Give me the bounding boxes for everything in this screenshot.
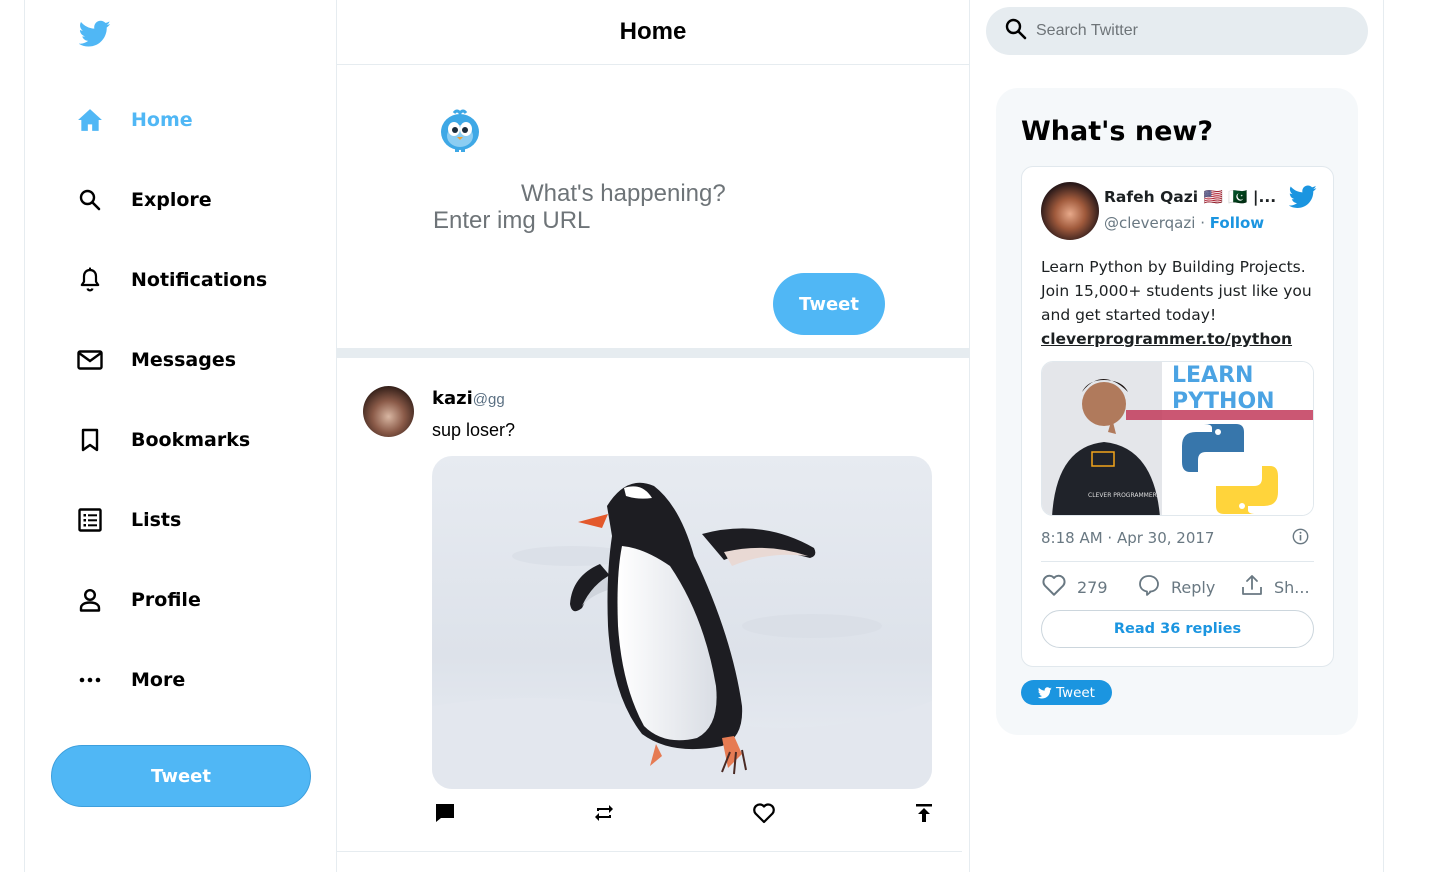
sidebar-item-messages[interactable]: Messages [75,340,236,380]
embed-text: Learn Python by Building Projects. Join … [1041,255,1321,351]
list-icon [75,505,105,535]
search-icon [1004,17,1028,46]
tweet-share-button[interactable]: Tweet [1021,680,1112,705]
sidebar-item-label: Lists [131,509,182,531]
sidebar-item-label: Messages [131,349,237,371]
embed-handle-line: @cleverqazi · Follow [1104,214,1264,232]
sidebar-item-explore[interactable]: Explore [75,180,212,220]
sidebar-item-profile[interactable]: Profile [75,580,201,620]
sidebar-item-label: Bookmarks [131,429,251,451]
media-title-2: PYTHON [1172,389,1275,414]
feed: Home What's happening? Enter img URL Twe… [337,0,970,872]
bell-icon [75,265,105,295]
tweet-share-label: Tweet [1056,684,1095,701]
sidebar: Home Explore Notifications Messages Book… [24,0,337,872]
reply-button[interactable]: Reply [1137,573,1215,601]
embed-link[interactable]: cleverprogrammer.to/python [1041,330,1292,348]
media-title-1: LEARN [1172,363,1253,388]
home-icon [75,105,105,135]
post-name: kazi [432,388,473,409]
embed-media[interactable]: CLEVER PROGRAMMER LEARN PYTHON [1041,361,1314,516]
sidebar-tweet-button[interactable]: Tweet [51,745,311,807]
avatar[interactable] [363,386,414,437]
sidebar-item-label: Explore [131,189,212,211]
embed-body: Learn Python by Building Projects. Join … [1041,258,1312,324]
more-icon [75,665,105,695]
embed-author-name[interactable]: Rafeh Qazi 🇺🇸 🇵🇰 |... [1104,188,1276,206]
widget-title: What's new? [1021,116,1214,147]
divider [1041,561,1314,562]
avatar[interactable] [1041,182,1099,240]
bookmark-icon [75,425,105,455]
embedded-tweet[interactable]: Rafeh Qazi 🇺🇸 🇵🇰 |... @cleverqazi · Foll… [1021,166,1334,667]
post-handle: @gg [472,391,505,408]
retweet-icon[interactable] [591,800,617,826]
comment-icon[interactable] [432,800,458,826]
sidebar-item-label: More [131,669,186,691]
upload-icon [1240,573,1264,601]
embed-timestamp[interactable]: 8:18 AM · Apr 30, 2017 [1041,529,1214,547]
share-label: Sh... [1274,577,1310,597]
sidebar-item-notifications[interactable]: Notifications [75,260,267,300]
search-icon [75,185,105,215]
share-icon[interactable] [911,800,937,826]
sidebar-item-home[interactable]: Home [75,100,193,140]
heart-icon [1041,573,1067,601]
page-title: Home [337,0,969,65]
whats-new-widget: What's new? Rafeh Qazi 🇺🇸 🇵🇰 |... @cleve… [996,88,1358,735]
shirt-text: CLEVER PROGRAMMER [1088,492,1157,499]
twitter-logo-icon[interactable] [78,20,111,52]
right-column: What's new? Rafeh Qazi 🇺🇸 🇵🇰 |... @cleve… [970,0,1384,872]
twitter-bird-icon [1038,686,1052,698]
embed-handle[interactable]: @cleverqazi [1104,214,1195,232]
image-url-input[interactable]: Enter img URL [433,207,590,235]
share-button[interactable]: Sh... [1240,573,1310,601]
reply-label: Reply [1171,577,1216,597]
divider [337,348,969,358]
post: kazi@gg sup loser? [337,358,962,852]
sidebar-item-lists[interactable]: Lists [75,500,181,540]
twitter-bird-icon[interactable] [1288,185,1317,208]
post-author: kazi@gg [432,388,505,409]
search-input[interactable] [1036,22,1336,40]
heart-icon[interactable] [751,800,777,826]
follow-link[interactable]: Follow [1210,214,1264,232]
sidebar-item-label: Home [131,109,193,131]
compose-input[interactable]: What's happening? [521,180,726,208]
sidebar-item-label: Notifications [131,269,268,291]
composer-tweet-button[interactable]: Tweet [773,273,885,335]
reply-icon [1137,573,1161,601]
read-replies-button[interactable]: Read 36 replies [1041,610,1314,648]
post-image[interactable] [432,456,932,789]
composer-avatar [437,107,483,153]
sidebar-item-label: Profile [131,589,201,611]
like-button[interactable]: 279 [1041,573,1108,601]
embed-separator: · [1200,214,1205,232]
search-bar[interactable] [986,7,1368,55]
post-text: sup loser? [432,420,516,440]
embed-actions: 279 Reply Sh... [1041,573,1314,601]
like-count: 279 [1077,577,1108,597]
mail-icon [75,345,105,375]
person-icon [75,585,105,615]
sidebar-item-more[interactable]: More [75,660,185,700]
sidebar-item-bookmarks[interactable]: Bookmarks [75,420,250,460]
info-icon[interactable] [1292,528,1309,545]
